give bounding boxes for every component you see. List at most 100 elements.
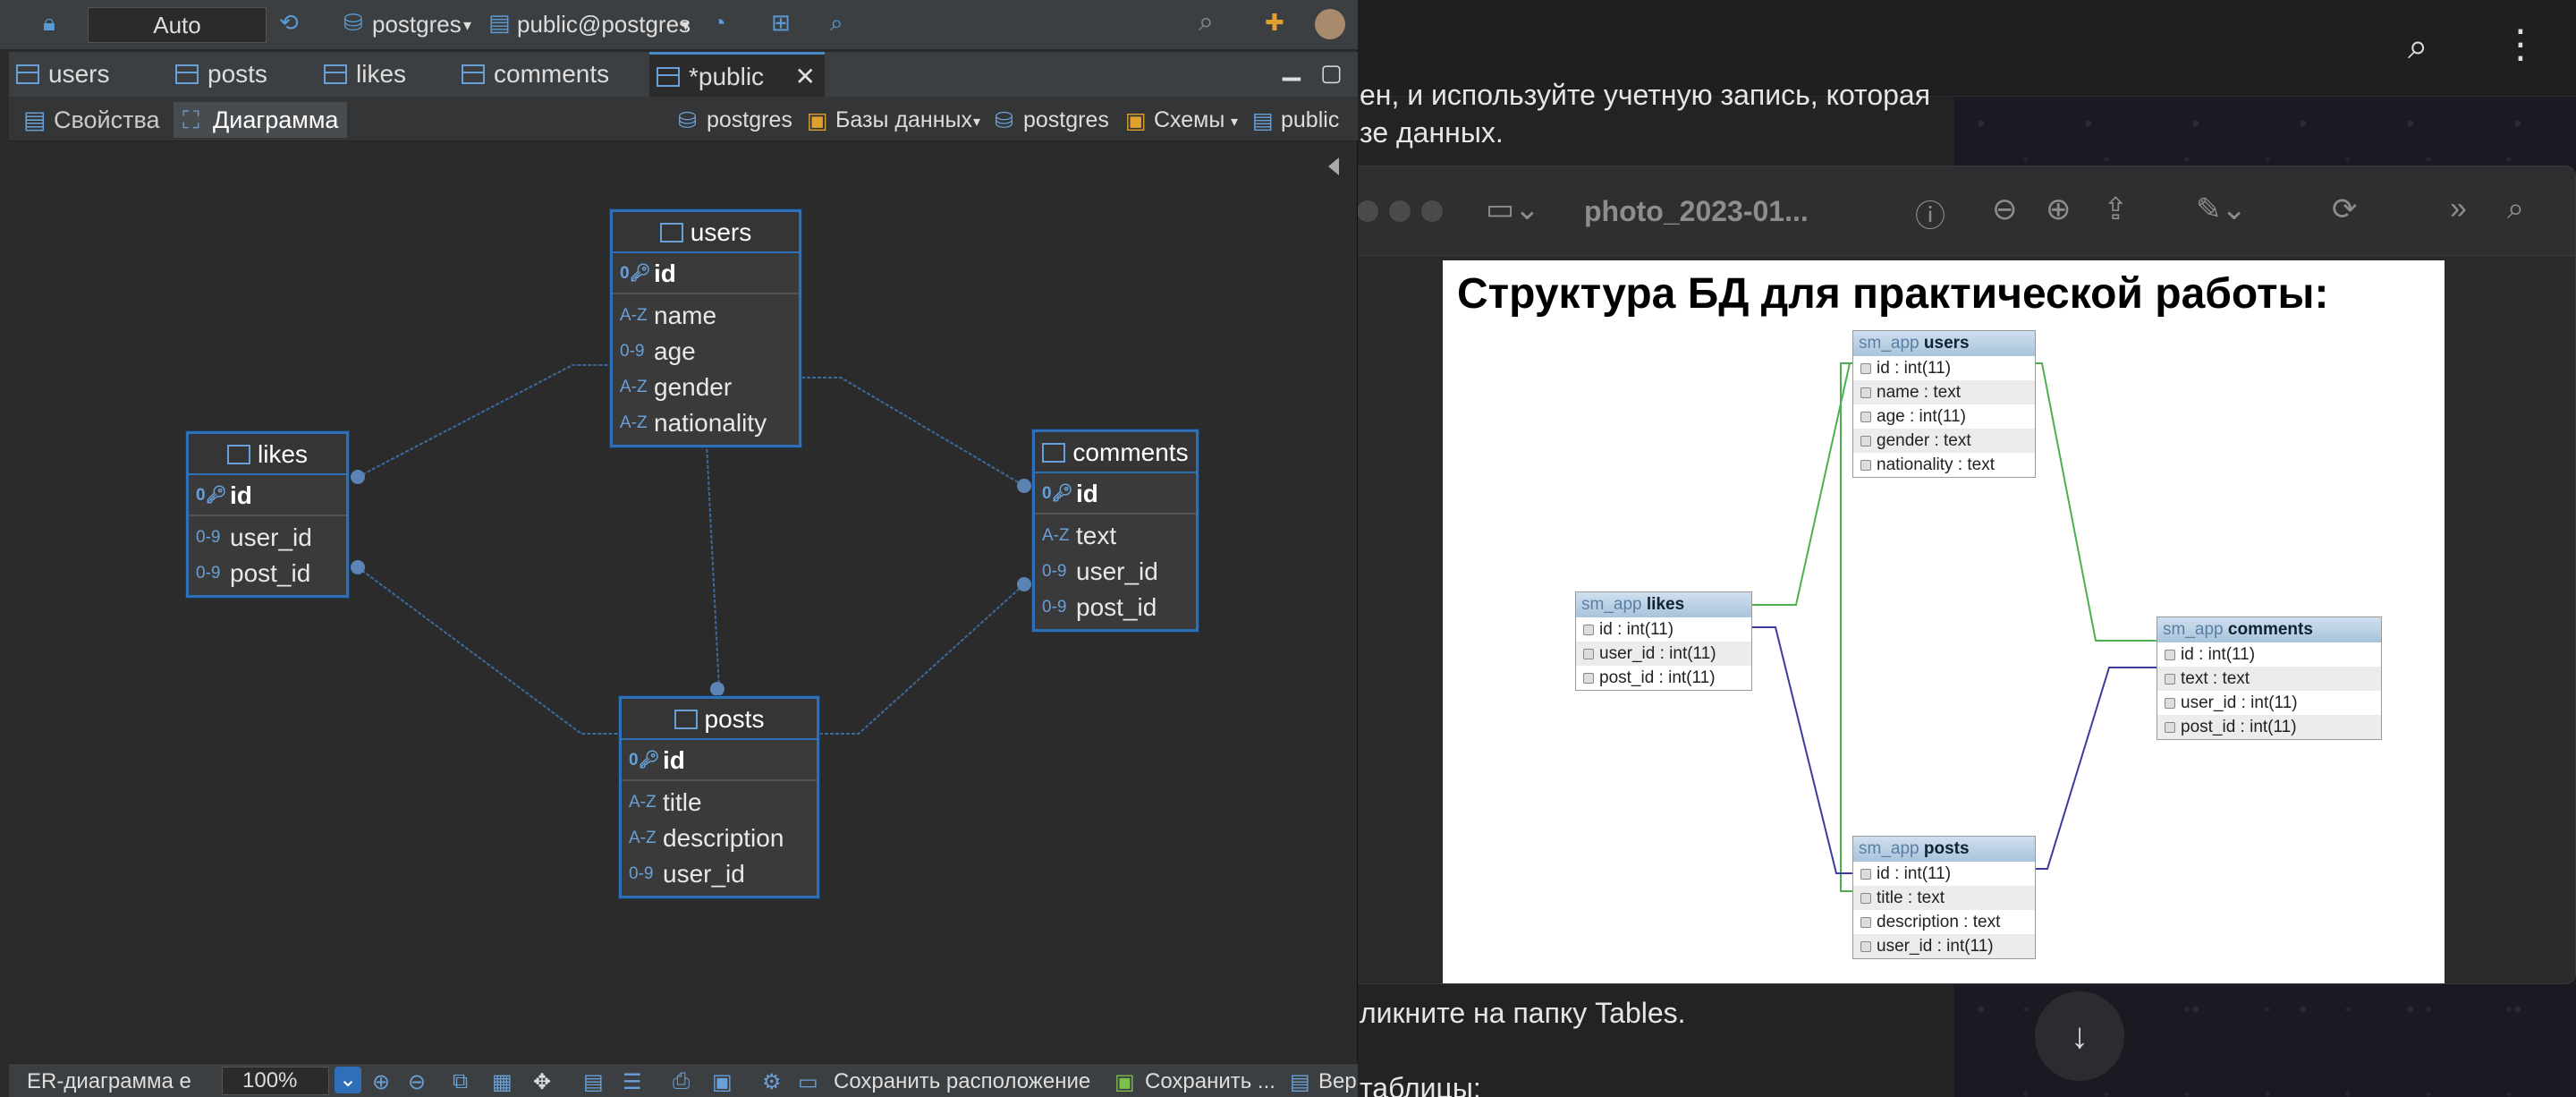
dashboard-icon[interactable]: ◔	[712, 9, 726, 37]
column-name: user_id	[1076, 557, 1158, 585]
text-type-icon: A-Z	[620, 378, 648, 396]
chevron-down-icon[interactable]: ▾	[463, 16, 471, 35]
tab-public[interactable]: *public ✕	[649, 52, 825, 97]
number-type-icon: 0-9	[196, 564, 221, 583]
chevron-down-icon[interactable]: ▾	[682, 16, 690, 35]
column[interactable]: 0-9 user_id	[1035, 554, 1196, 590]
table-icon	[1042, 443, 1066, 463]
avatar[interactable]	[1315, 9, 1345, 39]
zoom-select[interactable]: 100%	[222, 1067, 329, 1095]
column-name: id	[663, 746, 685, 774]
window-close-button[interactable]	[1357, 200, 1378, 222]
window-zoom-button[interactable]	[1421, 200, 1443, 222]
relation-line	[357, 364, 610, 478]
entity-users[interactable]: users 0🔑︎ id A-Z name 0-9 age A-Z gender A-Z…	[610, 209, 801, 447]
pma-table-name: posts	[1923, 839, 1970, 858]
tab-properties[interactable]: ▤ Свойства	[14, 102, 169, 138]
window-minimize-button[interactable]	[1389, 200, 1411, 222]
tab-label: posts	[208, 60, 267, 88]
column-name: text	[1076, 522, 1117, 549]
entity-comments[interactable]: comments 0🔑︎ id A-Z text 0-9 user_id 0-9 pos…	[1032, 429, 1199, 632]
print-icon[interactable]: ⎙	[673, 1069, 690, 1094]
column[interactable]: 0-9 post_id	[189, 556, 346, 591]
tab-likes[interactable]: likes	[317, 52, 451, 97]
layout-icon[interactable]: ⧉	[453, 1069, 468, 1094]
primary-key-column[interactable]: 0🔑︎ id	[613, 253, 799, 294]
tab-diagram[interactable]: ⛶ Диаграмма	[174, 102, 348, 138]
arrow-down-icon[interactable]: ↓	[2035, 991, 2124, 1081]
gear-icon[interactable]: ⚙	[762, 1069, 782, 1095]
column[interactable]: 0-9 post_id	[1035, 590, 1196, 625]
move-icon[interactable]: ✥	[533, 1069, 551, 1095]
rotate-icon[interactable]: ⟳	[2332, 191, 2358, 227]
entity-posts[interactable]: posts 0🔑︎ id A-Z title A-Z description 0-9 u…	[619, 696, 819, 898]
search-icon[interactable]: ⌕	[2408, 27, 2428, 67]
entity-likes[interactable]: likes 0🔑︎ id 0-9 user_id 0-9 post_id	[186, 431, 349, 598]
share-icon[interactable]: ⇪	[2103, 191, 2129, 227]
tab-posts[interactable]: posts	[168, 52, 302, 97]
zoom-in-icon[interactable]: ⊕	[2046, 191, 2072, 227]
column-name: id	[230, 481, 252, 509]
new-connection-icon[interactable]: ✚	[1265, 9, 1284, 37]
search-icon[interactable]: ⌕	[830, 9, 843, 38]
markup-icon[interactable]: ✎⌄	[2196, 191, 2247, 227]
list-icon[interactable]: ☰	[623, 1069, 642, 1095]
zoom-out-icon[interactable]: ⊖	[1992, 191, 2018, 227]
column[interactable]: 0-9 user_id	[189, 520, 346, 556]
breadcrumb-item[interactable]: Схемы	[1154, 107, 1224, 133]
version-button[interactable]: Вер	[1318, 1069, 1357, 1094]
grid-icon[interactable]: ▦	[492, 1069, 513, 1095]
tab-users[interactable]: users	[9, 52, 143, 97]
column[interactable]: 0-9 user_id	[622, 856, 817, 892]
close-icon[interactable]: ✕	[795, 55, 816, 99]
column-list: A-Z name 0-9 age A-Z gender A-Z nationality	[613, 294, 799, 445]
breadcrumb-item[interactable]: postgres	[707, 107, 792, 133]
pma-row: id : int(11)	[1853, 862, 2035, 886]
connection-selector[interactable]: postgres	[372, 11, 462, 38]
primary-key-column[interactable]: 0🔑︎ id	[622, 740, 817, 781]
notes-icon[interactable]: ▤	[583, 1069, 604, 1095]
breadcrumb-item[interactable]: public	[1281, 107, 1339, 133]
maximize-icon[interactable]: ▢	[1320, 59, 1343, 87]
tree-icon[interactable]: ⊞	[771, 9, 791, 37]
column[interactable]: A-Z gender	[613, 370, 799, 405]
breadcrumb-item[interactable]: postgres	[1023, 107, 1109, 133]
more-icon[interactable]: »	[2450, 191, 2467, 226]
save-button[interactable]: Сохранить ...	[1145, 1069, 1275, 1094]
pma-row: description : text	[1853, 910, 2035, 934]
relation-line	[819, 583, 1025, 735]
zoom-out-icon[interactable]: ⊖	[408, 1069, 426, 1095]
er-diagram-canvas[interactable]: users 0🔑︎ id A-Z name 0-9 age A-Z gender A-Z…	[9, 141, 1342, 1063]
breadcrumb-item[interactable]: Базы данных	[835, 107, 972, 133]
history-icon[interactable]: ⟲	[279, 9, 299, 37]
relation-line	[706, 443, 720, 690]
image-icon[interactable]: ▣	[712, 1069, 733, 1095]
column[interactable]: 0-9 age	[613, 334, 799, 370]
search-icon[interactable]: ⌕	[2507, 191, 2524, 226]
save-layout-button[interactable]: Сохранить расположение	[834, 1069, 1090, 1094]
more-vert-icon[interactable]: ⋮	[2501, 21, 2540, 67]
entity-title: users	[690, 218, 752, 246]
tab-comments[interactable]: comments	[454, 52, 633, 97]
zoom-in-icon[interactable]: ⊕	[372, 1069, 390, 1095]
column[interactable]: A-Z text	[1035, 518, 1196, 554]
transaction-mode-select[interactable]: Auto	[88, 7, 267, 43]
chevron-down-icon[interactable]: ⌄	[335, 1067, 361, 1093]
minimize-icon[interactable]: ▁	[1283, 54, 1301, 81]
column[interactable]: A-Z description	[622, 821, 817, 856]
chevron-down-icon[interactable]: ▾	[973, 113, 980, 131]
table-icon	[175, 64, 199, 84]
tab-label: Свойства	[54, 106, 160, 133]
column[interactable]: A-Z nationality	[613, 405, 799, 441]
info-icon[interactable]: ⓘ	[1915, 191, 1945, 235]
lock-icon[interactable]: 🔒︎	[43, 9, 55, 38]
column[interactable]: A-Z name	[613, 298, 799, 334]
schema-selector[interactable]: public@postgres	[517, 11, 691, 38]
column[interactable]: A-Z title	[622, 785, 817, 821]
search-icon[interactable]: ⌕	[1199, 7, 1214, 38]
chevron-down-icon[interactable]: ▾	[1231, 113, 1238, 131]
primary-key-column[interactable]: 0🔑︎ id	[189, 475, 346, 516]
primary-key-column[interactable]: 0🔑︎ id	[1035, 473, 1196, 514]
sidebar-icon[interactable]: ▭⌄	[1486, 191, 1540, 227]
key-icon: 0🔑︎	[196, 486, 227, 505]
